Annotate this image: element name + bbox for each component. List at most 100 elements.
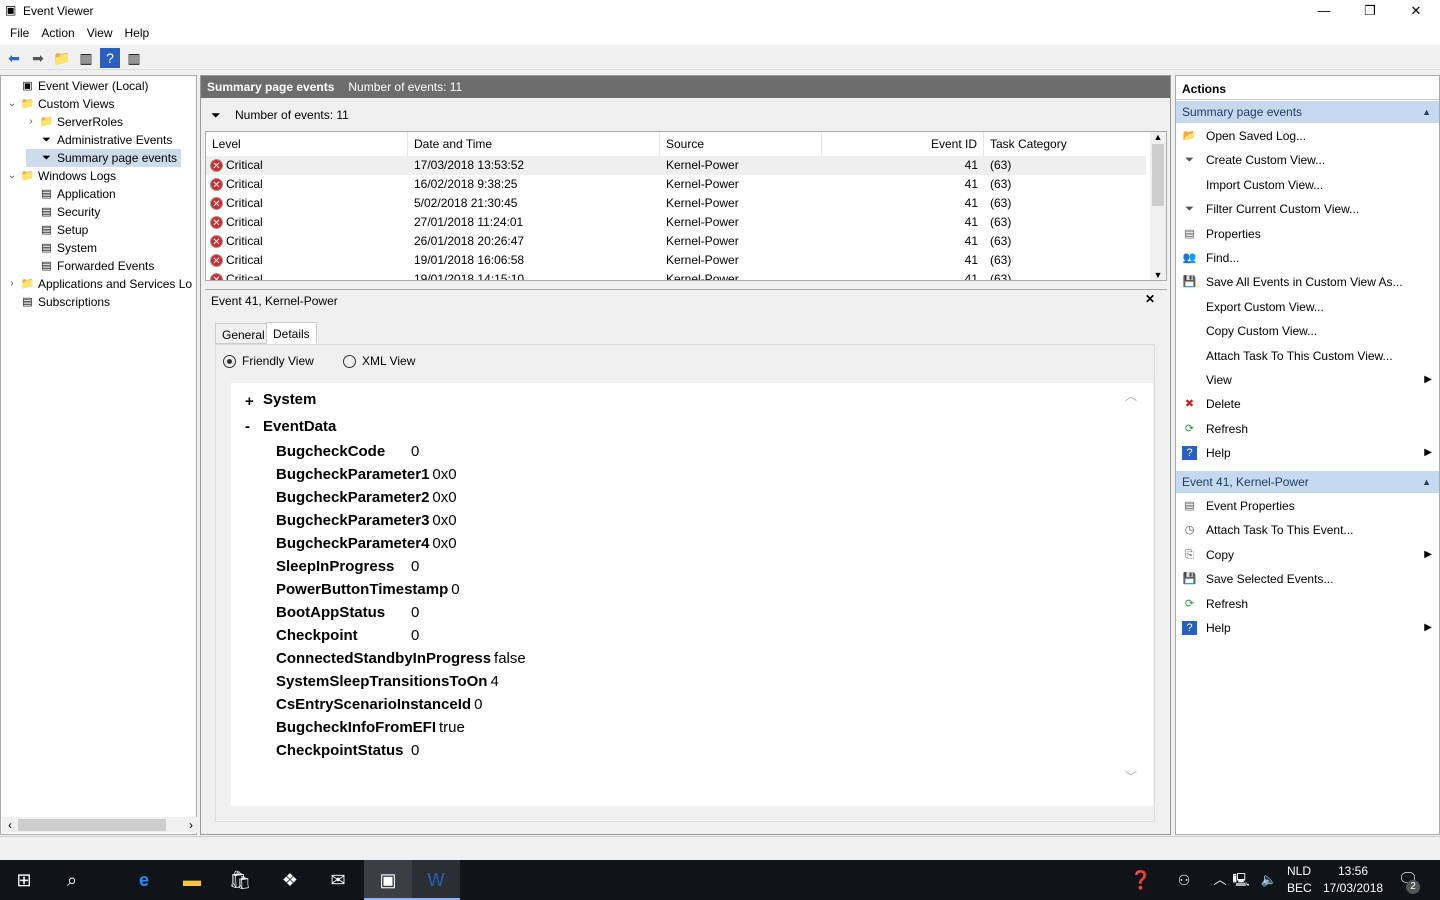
tree-node[interactable]: ▤ Application — [26, 185, 120, 203]
collapse-icon[interactable]: ▲ — [1422, 101, 1431, 123]
restore-button[interactable]: ❐ — [1347, 0, 1393, 22]
scroll-up-icon[interactable]: ▲ — [1150, 132, 1166, 142]
language-code[interactable]: NLD — [1287, 864, 1311, 878]
mail-icon[interactable]: ✉ — [314, 860, 362, 900]
action-item[interactable]: ✖ Delete — [1180, 392, 1434, 416]
close-detail-button[interactable]: ✕ — [1145, 292, 1155, 306]
close-button[interactable]: ✕ — [1393, 0, 1439, 22]
tab-general[interactable]: General — [215, 323, 272, 344]
network-icon[interactable]: 🖳 — [1226, 860, 1256, 900]
up-folder-icon[interactable]: 📁 — [52, 48, 72, 68]
action-item[interactable]: ⎘ Copy ▶ — [1180, 543, 1434, 567]
horizontal-scrollbar[interactable]: ‹ › — [2, 817, 197, 833]
column-header[interactable]: Source — [660, 132, 822, 156]
expand-icon[interactable] — [26, 187, 36, 201]
expand-icon[interactable] — [7, 79, 17, 93]
expand-icon[interactable] — [7, 295, 17, 309]
show-hide-action-pane-icon[interactable]: ▥ — [124, 48, 144, 68]
expand-icon[interactable] — [26, 241, 36, 255]
expand-icon[interactable] — [26, 223, 36, 237]
menu-file[interactable]: File — [4, 22, 35, 45]
friendly-view-radio[interactable]: Friendly View — [223, 354, 314, 368]
scroll-thumb[interactable] — [18, 819, 166, 831]
scroll-right-icon[interactable]: › — [166, 818, 197, 832]
section-summary-page-events[interactable]: Summary page events ▲ — [1176, 101, 1439, 123]
action-item[interactable]: Attach Task To This Custom View... — [1180, 344, 1434, 368]
table-row[interactable]: ✕ Critical 5/02/2018 21:30:45 Kernel-Power 4… — [206, 194, 1146, 213]
vertical-scrollbar[interactable]: ▲ ▼ — [1150, 132, 1166, 280]
tree-node[interactable]: › 📁 Applications and Services Lo — [7, 275, 196, 293]
keyboard-layout[interactable]: BEC — [1287, 881, 1312, 895]
store-icon[interactable]: 🛍 — [216, 860, 264, 900]
menu-action[interactable]: Action — [35, 22, 80, 45]
action-item[interactable]: ? Help ▶ — [1180, 441, 1434, 465]
tree-node[interactable]: › 📁 ServerRoles — [26, 113, 127, 131]
tree-node[interactable]: ⏷ Summary page events — [26, 149, 182, 167]
action-item[interactable]: ▤ Event Properties — [1180, 494, 1434, 518]
tree-node[interactable]: ⌄ 📁 Windows Logs — [7, 167, 120, 185]
expand-icon[interactable] — [26, 133, 36, 147]
tree-node[interactable]: ⌄ 📁 Custom Views — [7, 95, 118, 113]
event-viewer-taskbar-icon[interactable]: ▣ — [364, 860, 412, 900]
column-header[interactable]: Level — [206, 132, 408, 156]
clock-time[interactable]: 13:56 — [1338, 864, 1368, 878]
tree-node[interactable]: ▤ System — [26, 239, 101, 257]
dropbox-icon[interactable]: ❖ — [266, 860, 314, 900]
action-item[interactable]: 👥 Find... — [1180, 246, 1434, 270]
action-item[interactable]: ⟳ Refresh — [1180, 417, 1434, 441]
action-item[interactable]: Export Custom View... — [1180, 295, 1434, 319]
expand-icon[interactable]: › — [7, 277, 17, 291]
start-icon[interactable]: ⊞ — [0, 860, 48, 900]
tree-node[interactable]: ▤ Subscriptions — [7, 293, 114, 311]
table-row[interactable]: ✕ Critical 27/01/2018 11:24:01 Kernel-Power… — [206, 213, 1146, 232]
word-icon[interactable]: W — [412, 860, 460, 900]
expand-icon[interactable]: ⌄ — [7, 169, 17, 183]
scroll-down-icon[interactable]: ▼ — [1150, 270, 1166, 280]
tree-node[interactable]: ▤ Setup — [26, 221, 92, 239]
menu-view[interactable]: View — [81, 22, 119, 45]
eventdata-node[interactable]: EventData — [263, 418, 336, 435]
clock-date[interactable]: 17/03/2018 — [1323, 881, 1383, 895]
expand-icon[interactable] — [26, 205, 36, 219]
column-header[interactable]: Date and Time — [408, 132, 660, 156]
edge-icon[interactable]: e — [120, 860, 168, 900]
table-row[interactable]: ✕ Critical 19/01/2018 16:06:58 Kernel-Power… — [206, 251, 1146, 270]
action-item[interactable]: ⏷ Create Custom View... — [1180, 148, 1434, 172]
table-row[interactable]: ✕ Critical 19/01/2018 14:15:10 Kernel-Power… — [206, 270, 1146, 280]
eventdata-toggle[interactable]: - — [245, 418, 250, 435]
help-tray-icon[interactable]: ❓ — [1117, 860, 1165, 900]
section-event-41[interactable]: Event 41, Kernel-Power ▲ — [1176, 471, 1439, 493]
action-item[interactable]: ⟳ Refresh — [1180, 592, 1434, 616]
column-header[interactable]: Task Category — [984, 132, 1166, 156]
action-item[interactable]: 📂 Open Saved Log... — [1180, 124, 1434, 148]
table-row[interactable]: ✕ Critical 26/01/2018 20:26:47 Kernel-Power… — [206, 232, 1146, 251]
tree-node[interactable]: ▣ Event Viewer (Local) — [7, 77, 153, 95]
show-hide-tree-icon[interactable]: ▥ — [76, 48, 96, 68]
action-item[interactable]: View ▶ — [1180, 368, 1434, 392]
expand-icon[interactable] — [26, 259, 36, 273]
expand-icon[interactable]: › — [26, 115, 36, 129]
table-row[interactable]: ✕ Critical 16/02/2018 9:38:25 Kernel-Power 4… — [206, 175, 1146, 194]
expand-icon[interactable] — [26, 151, 36, 165]
action-item[interactable]: Copy Custom View... — [1180, 319, 1434, 343]
collapse-icon[interactable]: ▲ — [1422, 471, 1431, 493]
tree-node[interactable]: ▤ Security — [26, 203, 104, 221]
tab-details[interactable]: Details — [266, 322, 317, 344]
search-icon[interactable]: ⌕ — [48, 860, 96, 900]
help-icon[interactable]: ? — [100, 48, 120, 68]
table-row[interactable]: ✕ Critical 17/03/2018 13:53:52 Kernel-Power… — [206, 156, 1146, 175]
action-item[interactable]: ⏷ Filter Current Custom View... — [1180, 197, 1434, 221]
action-item[interactable]: ? Help ▶ — [1180, 616, 1434, 640]
action-item[interactable]: ▤ Properties — [1180, 222, 1434, 246]
xml-view-radio[interactable]: XML View — [343, 354, 415, 368]
action-item[interactable]: ◷ Attach Task To This Event... — [1180, 518, 1434, 542]
scroll-left-icon[interactable]: ‹ — [2, 818, 18, 832]
menu-help[interactable]: Help — [119, 22, 156, 45]
scroll-up-icon[interactable]: ︿ — [1125, 387, 1137, 404]
action-item[interactable]: Import Custom View... — [1180, 173, 1434, 197]
column-header[interactable]: Event ID — [822, 132, 984, 156]
scroll-thumb[interactable] — [1152, 144, 1164, 206]
expand-icon[interactable]: ⌄ — [7, 97, 17, 111]
tree-node[interactable]: ⏷ Administrative Events — [26, 131, 176, 149]
action-item[interactable]: 💾 Save Selected Events... — [1180, 567, 1434, 591]
